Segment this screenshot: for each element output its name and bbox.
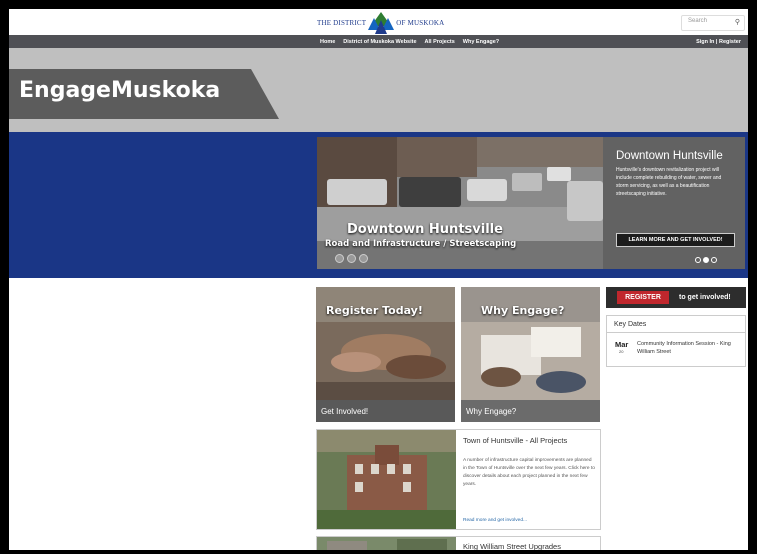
- panel-title: Downtown Huntsville: [616, 150, 723, 162]
- project-card[interactable]: King William Street Upgrades: [316, 536, 601, 550]
- register-box: REGISTER to get involved!: [606, 287, 746, 308]
- hero-band: Downtown Huntsville Road and Infrastruct…: [9, 132, 748, 278]
- search-placeholder: Search: [688, 18, 708, 24]
- card-footer[interactable]: Why Engage?: [461, 400, 600, 422]
- card-footer[interactable]: Get Involved!: [316, 400, 455, 422]
- project-title[interactable]: Town of Huntsville - All Projects: [463, 436, 567, 445]
- slide-control-next[interactable]: [359, 254, 368, 263]
- hero-info-panel: Downtown Huntsville Huntsville's downtow…: [603, 137, 745, 269]
- event-day: 20: [619, 349, 624, 354]
- slide-control-pause[interactable]: [347, 254, 356, 263]
- sign-in-register-link[interactable]: Sign In | Register: [696, 39, 741, 45]
- nav-link-home[interactable]: Home: [320, 39, 335, 45]
- street-upgrades-photo: [317, 537, 456, 550]
- panel-description: Huntsville's downtown revitalization pro…: [616, 167, 722, 197]
- hero-slideshow[interactable]: Downtown Huntsville Road and Infrastruct…: [317, 137, 745, 269]
- logo-text-right: OF MUSKOKA: [396, 19, 445, 27]
- pager-dot-active[interactable]: [703, 257, 709, 263]
- top-header: THE DISTRICT OF MUSKOKA Search ⚲: [9, 9, 748, 35]
- town-photo: [317, 430, 456, 529]
- hero-caption-title: Downtown Huntsville: [347, 222, 503, 237]
- register-prompt: to get involved!: [679, 294, 731, 301]
- card-title: Why Engage?: [481, 303, 565, 317]
- site-banner: EngageMuskoka: [9, 48, 748, 132]
- project-description: A number of infrastructure capital impro…: [463, 458, 595, 487]
- event-title[interactable]: Community Information Session - King Wil…: [637, 340, 741, 356]
- project-card[interactable]: Town of Huntsville - All Projects A numb…: [316, 429, 601, 530]
- pager-dots: [695, 257, 717, 263]
- nav-link-district-website[interactable]: District of Muskoka Website: [343, 39, 416, 45]
- search-input[interactable]: Search ⚲: [681, 15, 745, 31]
- page: THE DISTRICT OF MUSKOKA Search ⚲ Home Di…: [9, 9, 748, 550]
- register-button[interactable]: REGISTER: [617, 291, 669, 304]
- slide-controls: [335, 254, 368, 263]
- hero-caption-subtitle: Road and Infrastructure / Streetscaping: [325, 239, 517, 249]
- nav-link-why-engage[interactable]: Why Engage?: [463, 39, 499, 45]
- site-title: EngageMuskoka: [19, 78, 221, 103]
- site-title-tag: EngageMuskoka: [9, 69, 279, 119]
- read-more-link[interactable]: Read more and get involved...: [463, 518, 527, 523]
- pager-dot[interactable]: [695, 257, 701, 263]
- key-dates-box: Key Dates Mar 20 Community Information S…: [606, 315, 746, 367]
- pager-dot[interactable]: [711, 257, 717, 263]
- logo-trees-icon: [368, 12, 395, 34]
- key-dates-heading: Key Dates: [607, 316, 745, 333]
- card-title: Register Today!: [326, 303, 423, 317]
- search-icon[interactable]: ⚲: [735, 18, 740, 26]
- project-title[interactable]: King William Street Upgrades: [463, 542, 561, 550]
- slide-control-prev[interactable]: [335, 254, 344, 263]
- why-engage-card[interactable]: Why Engage? Why Engage?: [461, 287, 600, 422]
- district-logo[interactable]: THE DISTRICT OF MUSKOKA: [317, 12, 444, 34]
- main-nav: Home District of Muskoka Website All Pro…: [9, 35, 748, 48]
- nav-link-all-projects[interactable]: All Projects: [425, 39, 455, 45]
- learn-more-button[interactable]: LEARN MORE AND GET INVOLVED!: [616, 233, 735, 247]
- register-today-card[interactable]: Register Today! Get Involved!: [316, 287, 455, 422]
- logo-text-left: THE DISTRICT: [317, 19, 367, 27]
- event-month: Mar: [615, 340, 629, 349]
